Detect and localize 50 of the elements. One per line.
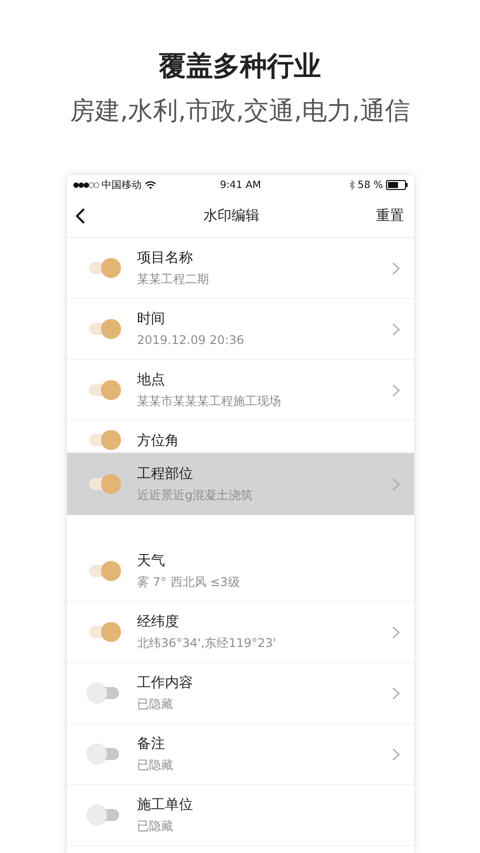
field-title: 工程部位: [137, 465, 194, 483]
toggle-switch[interactable]: [87, 744, 121, 764]
reset-button[interactable]: 重置: [376, 207, 404, 225]
field-value: 已隐藏: [137, 696, 174, 712]
field-value: 近近景近g混凝土浇筑: [137, 487, 254, 503]
back-icon[interactable]: [75, 207, 87, 225]
toggle-switch[interactable]: [87, 622, 121, 642]
headline-subtitle: 房建,水利,市政,交通,电力,通信: [70, 95, 410, 127]
toggle-switch[interactable]: [87, 319, 121, 339]
list-row[interactable]: 地点 某某市某某某工程施工现场: [67, 360, 414, 421]
field-value: 已隐藏: [137, 757, 174, 773]
toggle-switch[interactable]: [87, 258, 121, 278]
field-title: 施工单位: [137, 796, 194, 814]
field-title: 工作内容: [137, 674, 194, 692]
field-title: 备注: [137, 735, 166, 753]
list-row[interactable]: 天气 雾 7° 西北风 ≤3级: [67, 541, 414, 602]
headline-title: 覆盖多种行业: [159, 50, 321, 84]
field-value: 某某市某某某工程施工现场: [137, 393, 282, 409]
bluetooth-icon: [348, 180, 355, 190]
toggle-switch[interactable]: [87, 805, 121, 825]
toggle-switch[interactable]: [87, 683, 121, 703]
field-value: 北纬36°34',东经119°23': [137, 635, 278, 651]
field-title: 时间: [137, 310, 166, 328]
toggle-switch[interactable]: [87, 430, 121, 450]
list-row[interactable]: 经纬度 北纬36°34',东经119°23': [67, 602, 414, 663]
field-title: 方位角: [137, 432, 180, 450]
field-title: 经纬度: [137, 613, 180, 631]
field-title: 地点: [137, 371, 166, 389]
list-row[interactable]: 方位角: [67, 421, 414, 453]
screen-title: 水印编辑: [202, 207, 260, 225]
list-row[interactable]: 时间 2019.12.09 20:36: [67, 299, 414, 360]
list-row[interactable]: 工作内容 已隐藏: [67, 663, 414, 724]
list-row[interactable]: 项目名称 某某工程二期: [67, 238, 414, 299]
field-value: 雾 7° 西北风 ≤3级: [137, 574, 241, 590]
field-value: 某某工程二期: [137, 271, 210, 287]
wifi-icon: [144, 181, 156, 189]
battery-icon: [386, 180, 408, 190]
field-value: 2019.12.09 20:36: [137, 332, 246, 348]
toggle-switch[interactable]: [87, 380, 121, 400]
field-title: 项目名称: [137, 249, 194, 267]
battery-percent: 58 %: [358, 180, 384, 190]
toggle-switch[interactable]: [87, 474, 121, 494]
list-row[interactable]: 施工单位 已隐藏: [67, 785, 414, 846]
dragged-row[interactable]: 工程部位 近近景近g混凝土浇筑: [67, 453, 414, 515]
field-value: 已隐藏: [137, 818, 174, 834]
carrier-name: 中国移动: [102, 178, 142, 192]
toggle-switch[interactable]: [87, 561, 121, 581]
list-row[interactable]: 备注 已隐藏: [67, 724, 414, 785]
field-title: 天气: [137, 552, 166, 570]
status-time: 9:41 AM: [220, 180, 262, 190]
